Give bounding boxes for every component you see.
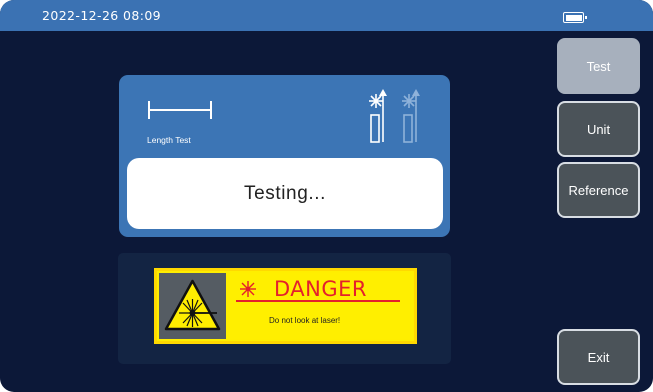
battery-level-fill xyxy=(565,14,582,21)
laser-warning-panel: DANGER Do not look at laser! xyxy=(118,253,451,364)
unit-button[interactable]: Unit xyxy=(557,101,640,157)
length-test-icon xyxy=(148,101,212,119)
reference-button[interactable]: Reference xyxy=(557,162,640,218)
test-button-label: Test xyxy=(586,58,611,74)
test-status-box: Testing... xyxy=(127,158,443,229)
exit-button-label: Exit xyxy=(587,349,610,365)
danger-subtitle: Do not look at laser! xyxy=(269,316,341,325)
danger-underline xyxy=(236,300,400,302)
datetime-label: 2022-12-26 08:09 xyxy=(42,8,162,23)
reference-button-label: Reference xyxy=(568,182,629,198)
laser-hazard-icon xyxy=(164,279,221,331)
danger-title: DANGER xyxy=(274,277,368,301)
test-status-text: Testing... xyxy=(243,182,327,204)
exit-button[interactable]: Exit xyxy=(557,329,640,385)
fiber-trace-icon xyxy=(369,89,420,143)
laser-danger-sign: DANGER Do not look at laser! xyxy=(154,268,417,344)
test-button[interactable]: Test xyxy=(557,38,640,94)
test-panel: Length Test Testing... xyxy=(119,75,450,237)
laser-burst-icon xyxy=(240,281,256,297)
unit-button-label: Unit xyxy=(586,121,611,137)
laser-hazard-symbol xyxy=(159,273,226,339)
mode-label: Length Test xyxy=(147,135,191,145)
danger-label-area: DANGER Do not look at laser! xyxy=(229,273,413,339)
status-bar: 2022-12-26 08:09 xyxy=(0,0,653,31)
device-screen: 2022-12-26 08:09 Length Test Testing... … xyxy=(0,0,653,392)
battery-icon xyxy=(563,12,587,23)
